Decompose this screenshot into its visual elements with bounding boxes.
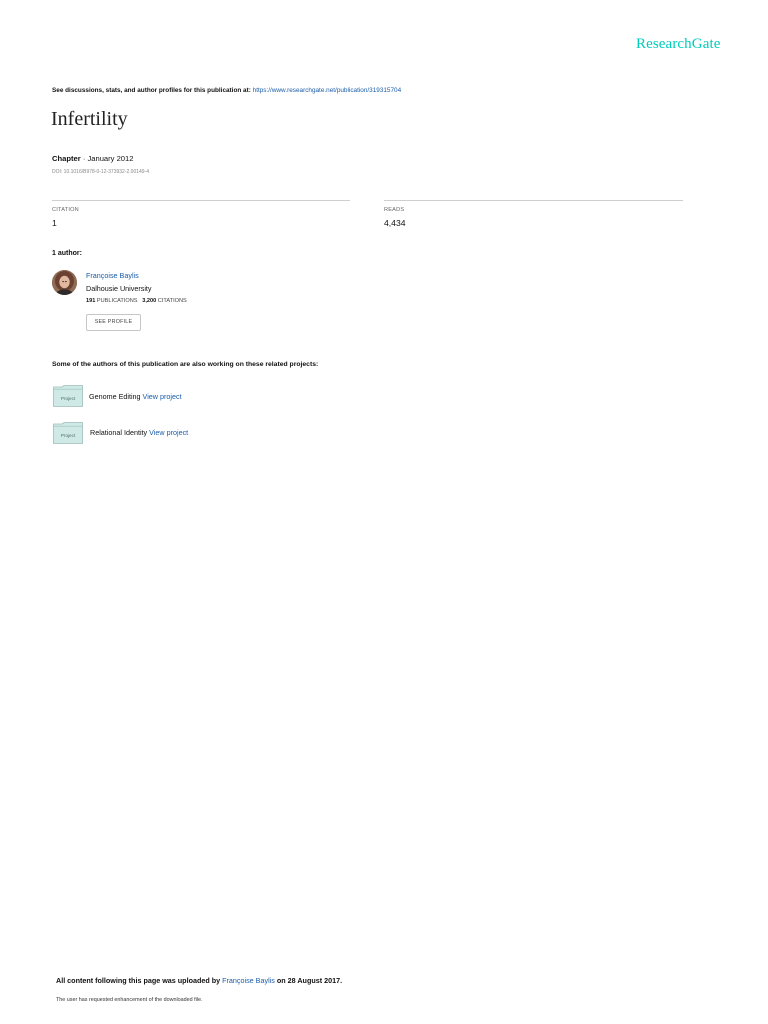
project-name: Relational Identity: [90, 428, 150, 437]
researchgate-logo[interactable]: ResearchGate: [636, 36, 720, 53]
related-projects-heading: Some of the authors of this publication …: [52, 361, 319, 368]
citations-label: CITATIONS: [157, 298, 187, 304]
view-project-link[interactable]: View project: [143, 392, 182, 401]
uploaded-by-line: All content following this page was uplo…: [56, 976, 342, 985]
author-stats: 191 PUBLICATIONS 3,200 CITATIONS: [86, 298, 187, 304]
see-discussions-text: See discussions, stats, and author profi…: [52, 87, 253, 94]
author-avatar[interactable]: [52, 270, 77, 295]
citation-value: 1: [52, 218, 57, 228]
author-name-link[interactable]: Françoise Baylis: [86, 271, 139, 280]
uploaded-prefix: All content following this page was uplo…: [56, 976, 223, 985]
project-item: Genome Editing View project: [89, 392, 182, 401]
citation-divider: [52, 200, 350, 201]
publication-type-date: Chapter · January 2012: [52, 154, 133, 163]
publications-count: 191: [86, 298, 96, 304]
project-name: Genome Editing: [89, 392, 143, 401]
reads-label: READS: [384, 207, 405, 213]
view-project-link[interactable]: View project: [149, 428, 188, 437]
uploaded-suffix: on 28 August 2017.: [274, 976, 343, 985]
publication-type: Chapter: [52, 154, 81, 163]
publication-doi: DOI: 10.1016/B978-0-12-373932-2.00149-4: [52, 169, 150, 175]
citations-count: 3,200: [142, 298, 157, 304]
project-folder-icon: Project: [53, 385, 83, 407]
reads-value: 4,434: [384, 218, 406, 228]
citation-label: CITATION: [52, 207, 79, 213]
publication-url-link[interactable]: https://www.researchgate.net/publication…: [253, 87, 402, 94]
authors-heading: 1 author:: [52, 250, 82, 257]
publication-date: January 2012: [87, 154, 134, 163]
project-icon-label: Project: [61, 433, 76, 438]
reads-divider: [384, 200, 683, 201]
enhancement-note: The user has requested enhancement of th…: [56, 997, 203, 1003]
publications-label: PUBLICATIONS: [96, 298, 138, 304]
see-discussions-line: See discussions, stats, and author profi…: [52, 87, 401, 94]
see-profile-button[interactable]: SEE PROFILE: [86, 314, 141, 331]
project-icon-label: Project: [61, 396, 76, 401]
publication-title: Infertility: [51, 108, 128, 130]
uploader-link[interactable]: Françoise Baylis: [222, 976, 275, 985]
project-folder-icon: Project: [53, 422, 83, 444]
project-item: Relational Identity View project: [90, 428, 188, 437]
author-institution: Dalhousie University: [86, 284, 152, 293]
author-photo-icon: [52, 270, 77, 295]
